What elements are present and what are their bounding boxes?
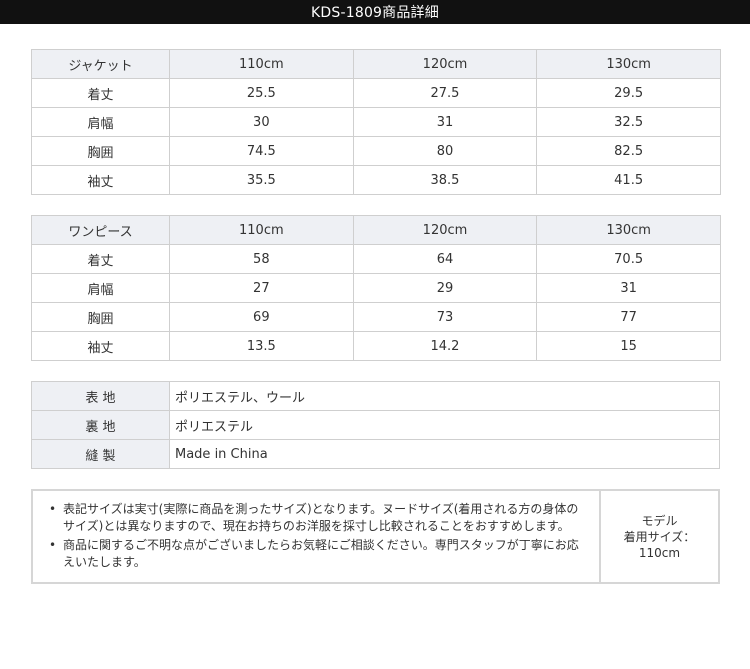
- notes-list: • 表記サイズは実寸(実際に商品を測ったサイズ)となります。ヌードサイズ(着用さ…: [47, 501, 589, 571]
- table-cell: 38.5: [352, 165, 538, 195]
- material-value: Made in China: [169, 439, 720, 469]
- jacket-size-table: ジャケット 110cm 120cm 130cm 着丈 25.5 27.5 29.…: [31, 49, 721, 195]
- table-cell: 58: [169, 244, 354, 274]
- table-cell: 30: [169, 107, 354, 137]
- table-header-row: ワンピース 110cm 120cm 130cm: [31, 215, 721, 245]
- table-header-cell: 110cm: [169, 215, 354, 245]
- row-label: 胸囲: [31, 136, 170, 166]
- bullet-icon: •: [49, 538, 57, 552]
- table-cell: 32.5: [536, 107, 721, 137]
- model-size-info: モデル 着用サイズ： 110cm: [599, 491, 718, 582]
- table-row: 裏 地 ポリエステル: [31, 410, 720, 440]
- table-cell: 13.5: [169, 331, 354, 361]
- table-cell: 15: [536, 331, 721, 361]
- row-label: 袖丈: [31, 331, 170, 361]
- material-label: 裏 地: [31, 410, 170, 440]
- table-row: 着丈 25.5 27.5 29.5: [31, 78, 721, 108]
- table-header-cell: 120cm: [352, 215, 538, 245]
- table-cell: 73: [352, 302, 538, 332]
- table-cell: 80: [352, 136, 538, 166]
- note-text: 表記サイズは実寸(実際に商品を測ったサイズ)となります。ヌードサイズ(着用される…: [63, 502, 579, 533]
- onepiece-size-table: ワンピース 110cm 120cm 130cm 着丈 58 64 70.5 肩幅…: [31, 215, 721, 361]
- model-size-value: 110cm: [638, 545, 681, 560]
- table-cell: 31: [352, 107, 538, 137]
- table-header-cell: ジャケット: [31, 49, 170, 79]
- list-item: • 商品に関するご不明な点がございましたらお気軽にご相談ください。専門スタッフが…: [47, 537, 589, 571]
- material-value: ポリエステル、ウール: [169, 381, 720, 411]
- table-row: 袖丈 13.5 14.2 15: [31, 331, 721, 361]
- table-cell: 64: [352, 244, 538, 274]
- notes-list-container: • 表記サイズは実寸(実際に商品を測ったサイズ)となります。ヌードサイズ(着用さ…: [33, 491, 599, 582]
- table-cell: 27: [169, 273, 354, 303]
- row-label: 袖丈: [31, 165, 170, 195]
- table-cell: 41.5: [536, 165, 721, 195]
- table-cell: 74.5: [169, 136, 354, 166]
- table-row: 肩幅 30 31 32.5: [31, 107, 721, 137]
- table-row: 表 地 ポリエステル、ウール: [31, 381, 720, 411]
- material-label: 縫 製: [31, 439, 170, 469]
- bullet-icon: •: [49, 502, 57, 516]
- page-title-text: KDS-1809商品詳細: [311, 5, 439, 21]
- row-label: 肩幅: [31, 273, 170, 303]
- material-label: 表 地: [31, 381, 170, 411]
- row-label: 着丈: [31, 244, 170, 274]
- table-cell: 82.5: [536, 136, 721, 166]
- table-header-cell: 110cm: [169, 49, 354, 79]
- table-header-cell: 130cm: [536, 49, 721, 79]
- table-header-row: ジャケット 110cm 120cm 130cm: [31, 49, 721, 79]
- note-text: 商品に関するご不明な点がございましたらお気軽にご相談ください。専門スタッフが丁寧…: [63, 538, 579, 569]
- notes-box: • 表記サイズは実寸(実際に商品を測ったサイズ)となります。ヌードサイズ(着用さ…: [31, 489, 720, 584]
- material-value: ポリエステル: [169, 410, 720, 440]
- model-size-label: 着用サイズ：: [623, 529, 696, 544]
- page-title: KDS-1809商品詳細: [0, 0, 750, 24]
- table-cell: 14.2: [352, 331, 538, 361]
- row-label: 胸囲: [31, 302, 170, 332]
- table-cell: 69: [169, 302, 354, 332]
- row-label: 着丈: [31, 78, 170, 108]
- table-row: 胸囲 74.5 80 82.5: [31, 136, 721, 166]
- table-cell: 25.5: [169, 78, 354, 108]
- table-row: 着丈 58 64 70.5: [31, 244, 721, 274]
- table-cell: 27.5: [352, 78, 538, 108]
- table-header-cell: 120cm: [352, 49, 538, 79]
- table-row: 肩幅 27 29 31: [31, 273, 721, 303]
- table-cell: 29.5: [536, 78, 721, 108]
- table-row: 縫 製 Made in China: [31, 439, 720, 469]
- table-header-cell: ワンピース: [31, 215, 170, 245]
- material-table: 表 地 ポリエステル、ウール 裏 地 ポリエステル 縫 製 Made in Ch…: [31, 381, 720, 469]
- table-cell: 29: [352, 273, 538, 303]
- table-cell: 77: [536, 302, 721, 332]
- table-row: 胸囲 69 73 77: [31, 302, 721, 332]
- table-cell: 70.5: [536, 244, 721, 274]
- table-header-cell: 130cm: [536, 215, 721, 245]
- list-item: • 表記サイズは実寸(実際に商品を測ったサイズ)となります。ヌードサイズ(着用さ…: [47, 501, 589, 535]
- table-row: 袖丈 35.5 38.5 41.5: [31, 165, 721, 195]
- table-cell: 31: [536, 273, 721, 303]
- model-label: モデル: [641, 513, 678, 528]
- table-cell: 35.5: [169, 165, 354, 195]
- row-label: 肩幅: [31, 107, 170, 137]
